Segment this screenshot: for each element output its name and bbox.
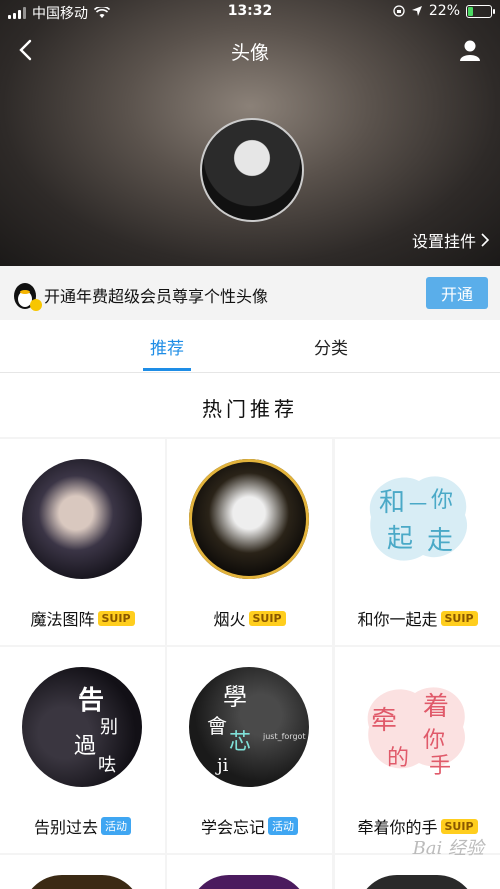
avatar-card[interactable]: 牵 着 你 的 手 牵着你的手 SUIP (335, 647, 500, 853)
open-vip-button[interactable]: 开通 (426, 277, 488, 309)
tab-recommended[interactable]: 推荐 (150, 334, 184, 359)
battery-icon (466, 4, 495, 18)
avatar-card[interactable]: 學 會 芯 ji just_forgot 学会忘记 活动 (167, 647, 332, 853)
tab-categories[interactable]: 分类 (314, 334, 348, 359)
avatar-card[interactable] (335, 855, 500, 889)
art-char: 着 (423, 692, 449, 722)
art-char: 過 (74, 734, 96, 759)
avatar-thumbnail: 告 别 過 呿 (22, 667, 142, 787)
art-char: 你 (431, 488, 453, 513)
avatar-card[interactable]: 烟火 SUIP (167, 439, 332, 645)
avatar-name: 烟火 (213, 610, 246, 629)
tab-bar: 推荐 分类 (0, 320, 500, 373)
art-char: 告 (78, 686, 104, 716)
art-char: 會 (207, 714, 227, 738)
activity-badge: 活动 (268, 817, 298, 835)
art-char: 起 (387, 524, 413, 554)
section-header: 热门推荐 (0, 373, 500, 437)
set-pendant-link[interactable]: 设置挂件 (412, 228, 490, 252)
avatar-thumbnail: 牵 着 你 的 手 (357, 667, 477, 787)
art-char: 手 (429, 754, 451, 779)
art-char: 一 (409, 495, 427, 516)
art-char: 芯 (229, 730, 251, 755)
battery-percent: 22% (428, 3, 460, 19)
avatar-thumbnail: 和 你 一 起 走 (357, 459, 477, 579)
avatar-card[interactable] (0, 855, 165, 889)
activity-badge: 活动 (101, 817, 131, 835)
set-pendant-label: 设置挂件 (411, 232, 476, 251)
location-icon (411, 6, 422, 16)
art-char: 你 (423, 728, 445, 753)
chevron-right-icon (481, 233, 490, 247)
avatar-card[interactable]: 告 别 過 呿 告别过去 活动 (0, 647, 165, 853)
avatar-name: 和你一起走 (357, 610, 438, 629)
art-char: ji (215, 755, 229, 776)
avatar-name: 告别过去 (33, 818, 98, 837)
svip-badge: SUIP (248, 610, 286, 626)
section-title: 热门推荐 (202, 397, 298, 421)
art-char: 别 (100, 717, 118, 738)
svip-badge: SUIP (440, 818, 478, 834)
avatar-thumbnail: 學 會 芯 ji just_forgot (189, 667, 309, 787)
art-char: 和 (379, 488, 405, 518)
nav-bar: 头像 (0, 28, 500, 72)
page-title: 头像 (230, 42, 269, 64)
avatar-thumbnail (357, 875, 477, 889)
art-char: 牵 (371, 706, 397, 736)
avatar-thumbnail (22, 459, 142, 579)
avatar-name: 学会忘记 (200, 818, 265, 837)
vip-banner: 开通年费超级会员尊享个性头像 开通 (0, 266, 500, 320)
avatar-card[interactable]: 和 你 一 起 走 和你一起走 SUIP (335, 439, 500, 645)
art-char: 學 (223, 683, 247, 711)
avatar-name: 魔法图阵 (30, 610, 95, 629)
art-char: 的 (387, 746, 409, 771)
current-avatar[interactable] (200, 118, 304, 222)
avatar-card[interactable]: 魔法图阵 SUIP (0, 439, 165, 645)
qq-penguin-icon (14, 283, 42, 311)
status-bar: 中国移动 13:32 22% (0, 0, 500, 24)
svip-badge: SUIP (97, 610, 135, 626)
avatar-thumbnail (189, 875, 309, 889)
svip-badge: SUIP (440, 610, 478, 626)
avatar-card[interactable] (167, 855, 332, 889)
vip-banner-text: 开通年费超级会员尊享个性头像 (44, 287, 269, 306)
avatar-thumbnail (22, 875, 142, 889)
watermark: Bai 经验 (412, 838, 484, 859)
tab-indicator (143, 368, 191, 371)
rotation-lock-icon (393, 5, 405, 17)
art-text: just_forgot (262, 732, 306, 741)
art-char: 走 (427, 526, 453, 556)
user-icon[interactable] (458, 38, 482, 62)
art-char: 呿 (98, 755, 116, 776)
avatar-thumbnail (189, 459, 309, 579)
